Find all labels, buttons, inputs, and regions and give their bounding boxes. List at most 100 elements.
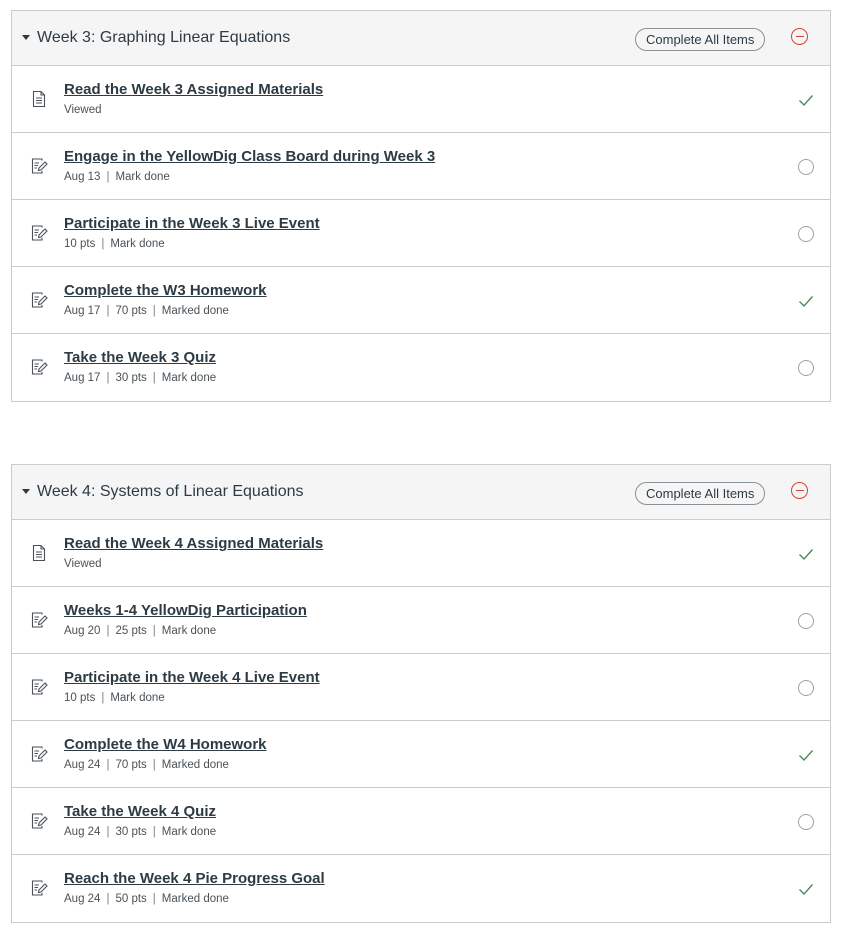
- item-title-link[interactable]: Weeks 1-4 YellowDig Participation: [64, 602, 307, 619]
- meta-separator: |: [152, 759, 156, 771]
- meta-separator: |: [106, 372, 110, 384]
- meta-separator: |: [106, 826, 110, 838]
- check-icon: [797, 292, 815, 310]
- item-meta-value: Aug 24: [64, 893, 101, 905]
- module-item: Weeks 1-4 YellowDig Participation Aug 20 |…: [12, 587, 830, 654]
- item-title-link[interactable]: Take the Week 4 Quiz: [64, 803, 216, 820]
- meta-separator: |: [106, 893, 110, 905]
- module-week-4: Week 4: Systems of Linear Equations Compl…: [11, 464, 831, 923]
- module-title: Week 3: Graphing Linear Equations: [37, 29, 291, 46]
- item-meta-value: 70 pts: [115, 759, 147, 771]
- item-meta-value: Marked done: [161, 305, 229, 317]
- incomplete-circle-icon[interactable]: [797, 225, 815, 243]
- item-meta-value: 30 pts: [115, 826, 147, 838]
- caret-down-icon[interactable]: [22, 489, 30, 494]
- module-item: Participate in the Week 4 Live Event 10 p…: [12, 654, 830, 721]
- assignment-icon: [29, 811, 49, 831]
- item-meta-value: Aug 17: [64, 372, 101, 384]
- item-meta: Aug 17 | 70 pts | Marked done: [64, 305, 229, 317]
- meta-separator: |: [152, 893, 156, 905]
- item-meta-value: 50 pts: [115, 893, 147, 905]
- incomplete-circle-icon[interactable]: [797, 813, 815, 831]
- meta-separator: |: [152, 372, 156, 384]
- check-icon: [797, 746, 815, 764]
- item-meta-value: Aug 13: [64, 171, 101, 183]
- item-meta-value: Marked done: [161, 759, 229, 771]
- item-meta: Viewed: [64, 558, 102, 570]
- item-title-link[interactable]: Reach the Week 4 Pie Progress Goal: [64, 870, 325, 887]
- item-meta: 10 pts | Mark done: [64, 238, 165, 250]
- module-item: Complete the W3 Homework Aug 17 | 70 pts | Ma…: [12, 267, 830, 334]
- meta-separator: |: [106, 625, 110, 637]
- item-meta-value: Viewed: [64, 104, 102, 116]
- item-meta-value: Mark done: [161, 625, 217, 637]
- module-header[interactable]: Week 3: Graphing Linear Equations Complet…: [12, 11, 830, 66]
- meta-separator: |: [101, 692, 105, 704]
- item-title-link[interactable]: Complete the W4 Homework: [64, 736, 267, 753]
- item-meta-value: Mark done: [161, 372, 217, 384]
- module-week-3: Week 3: Graphing Linear Equations Complet…: [11, 10, 831, 402]
- item-meta-value: Mark done: [161, 826, 217, 838]
- page-icon: [29, 543, 49, 563]
- incomplete-circle-icon[interactable]: [797, 359, 815, 377]
- incomplete-circle-icon[interactable]: [797, 158, 815, 176]
- item-meta: Aug 20 | 25 pts | Mark done: [64, 625, 216, 637]
- meta-separator: |: [106, 759, 110, 771]
- assignment-icon: [29, 610, 49, 630]
- module-item: Engage in the YellowDig Class Board duri…: [12, 133, 830, 200]
- complete-all-items-button[interactable]: Complete All Items: [635, 28, 766, 51]
- item-meta-value: Marked done: [161, 893, 229, 905]
- item-meta-value: 10 pts: [64, 692, 96, 704]
- item-meta: Aug 24 | 30 pts | Mark done: [64, 826, 216, 838]
- assignment-icon: [29, 357, 49, 377]
- module-item: Participate in the Week 3 Live Event 10 p…: [12, 200, 830, 267]
- meta-separator: |: [152, 305, 156, 317]
- item-title-link[interactable]: Read the Week 4 Assigned Materials: [64, 535, 323, 552]
- item-meta-value: Aug 17: [64, 305, 101, 317]
- item-meta-value: Aug 20: [64, 625, 101, 637]
- meta-separator: |: [101, 238, 105, 250]
- caret-down-icon[interactable]: [22, 35, 30, 40]
- item-title-link[interactable]: Participate in the Week 4 Live Event: [64, 669, 320, 686]
- item-meta-value: Aug 24: [64, 759, 101, 771]
- collapse-module-icon[interactable]: [791, 28, 808, 45]
- item-meta-value: Viewed: [64, 558, 102, 570]
- module-item: Read the Week 3 Assigned Materials Viewed: [12, 66, 830, 133]
- item-meta-value: Mark done: [115, 171, 170, 183]
- item-title-link[interactable]: Read the Week 3 Assigned Materials: [64, 81, 323, 98]
- page-icon: [29, 89, 49, 109]
- item-meta-value: 25 pts: [115, 625, 147, 637]
- module-item: Take the Week 3 Quiz Aug 17 | 30 pts | Mark d…: [12, 334, 830, 401]
- assignment-icon: [29, 223, 49, 243]
- meta-separator: |: [152, 826, 156, 838]
- meta-separator: |: [106, 305, 110, 317]
- module-item: Reach the Week 4 Pie Progress Goal Aug 24…: [12, 855, 830, 922]
- item-meta-value: 30 pts: [115, 372, 147, 384]
- incomplete-circle-icon[interactable]: [797, 679, 815, 697]
- check-icon: [797, 91, 815, 109]
- item-title-link[interactable]: Complete the W3 Homework: [64, 282, 267, 299]
- incomplete-circle-icon[interactable]: [797, 612, 815, 630]
- module-item: Take the Week 4 Quiz Aug 24 | 30 pts | Mark d…: [12, 788, 830, 855]
- module-header[interactable]: Week 4: Systems of Linear Equations Compl…: [12, 465, 830, 520]
- assignment-icon: [29, 156, 49, 176]
- item-meta: Viewed: [64, 104, 102, 116]
- item-title-link[interactable]: Engage in the YellowDig Class Board duri…: [64, 148, 435, 165]
- item-meta: Aug 17 | 30 pts | Mark done: [64, 372, 216, 384]
- module-item: Read the Week 4 Assigned Materials Viewed: [12, 520, 830, 587]
- complete-all-items-button[interactable]: Complete All Items: [635, 482, 766, 505]
- item-title-link[interactable]: Participate in the Week 3 Live Event: [64, 215, 320, 232]
- item-meta: Aug 24 | 50 pts | Marked done: [64, 893, 229, 905]
- item-meta: Aug 24 | 70 pts | Marked done: [64, 759, 229, 771]
- item-meta: Aug 13 | Mark done: [64, 171, 170, 183]
- item-meta-value: Aug 24: [64, 826, 101, 838]
- assignment-icon: [29, 878, 49, 898]
- assignment-icon: [29, 744, 49, 764]
- check-icon: [797, 880, 815, 898]
- collapse-module-icon[interactable]: [791, 482, 808, 499]
- item-title-link[interactable]: Take the Week 3 Quiz: [64, 349, 216, 366]
- item-meta-value: Mark done: [110, 692, 165, 704]
- assignment-icon: [29, 677, 49, 697]
- item-meta-value: Mark done: [110, 238, 165, 250]
- item-meta-value: 70 pts: [115, 305, 147, 317]
